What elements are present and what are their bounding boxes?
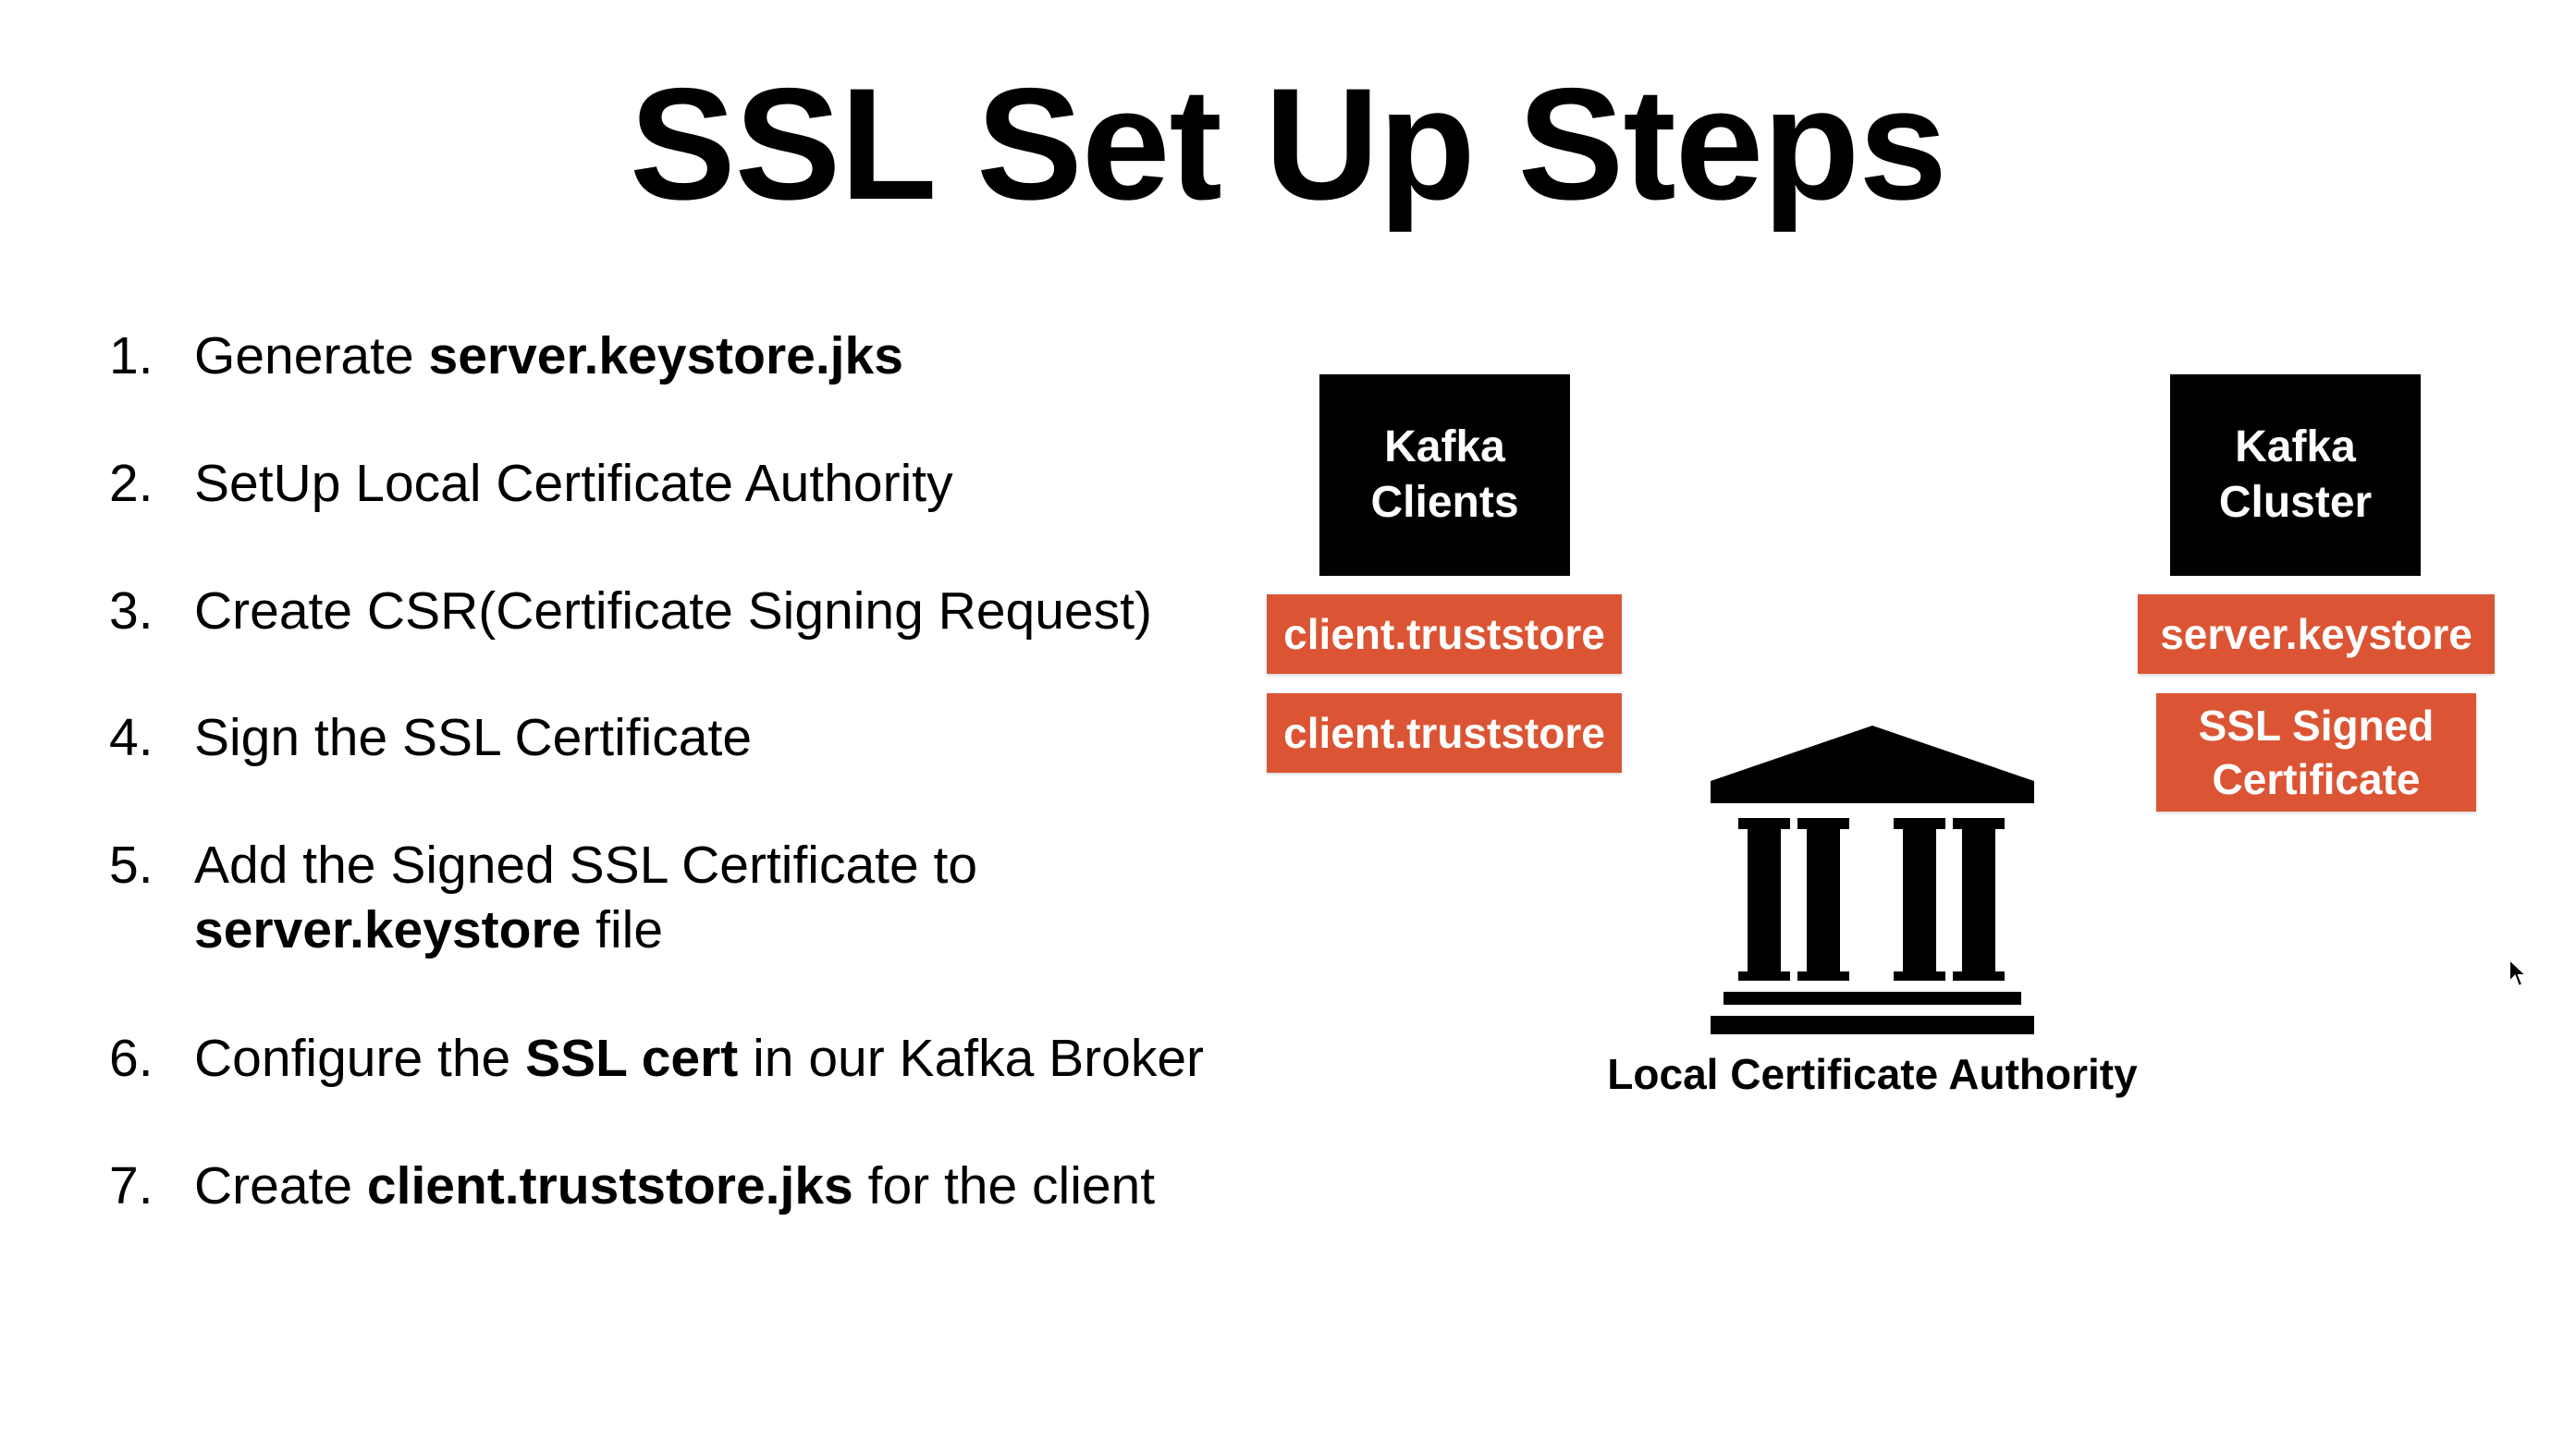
server-keystore-box: server.keystore [2138, 594, 2495, 674]
step-text: Sign the SSL Certificate [194, 708, 753, 767]
client-truststore-box-2: client.truststore [1267, 693, 1622, 773]
kafka-cluster-line2: Cluster [2218, 478, 2373, 527]
step-number: 1. [109, 326, 153, 385]
ssl-signed-line1: SSL Signed [2198, 702, 2435, 750]
step-text: SetUp Local Certificate Authority [194, 454, 953, 513]
kafka-clients-line1: Kafka [1384, 422, 1505, 471]
kafka-clients-box: Kafka Clients [1319, 374, 1570, 576]
ca-label: Local Certificate Authority [1607, 1050, 2138, 1098]
ssl-signed-line2: Certificate [2212, 755, 2421, 803]
step-text: Create client.truststore.jks for the cli… [194, 1156, 1156, 1215]
step-text: Create CSR(Certificate Signing Request) [194, 581, 1152, 641]
kafka-cluster-line1: Kafka [2235, 422, 2356, 471]
step-number: 3. [109, 581, 153, 641]
step-text: Add the Signed SSL Certificate to server.… [194, 836, 978, 959]
step-text: Configure the SSL cert in our Kafka Brok… [194, 1029, 1205, 1088]
step-number: 4. [109, 708, 153, 767]
kafka-cluster-box: Kafka Cluster [2170, 374, 2421, 576]
ssl-signed-certificate-box: SSL Signed Certificate [2156, 693, 2476, 812]
page-title: SSL Set Up Steps [629, 55, 1947, 233]
step-number: 7. [109, 1156, 153, 1215]
kafka-clients-line2: Clients [1370, 478, 1519, 527]
step-text: Generate server.keystore.jks [194, 326, 903, 385]
step-number: 5. [109, 836, 153, 895]
client-truststore-box-1: client.truststore [1267, 594, 1622, 674]
step-number: 2. [109, 454, 153, 513]
step-number: 6. [109, 1029, 153, 1088]
bank-building-icon [1711, 726, 2034, 1034]
mouse-pointer-icon [2509, 958, 2528, 988]
